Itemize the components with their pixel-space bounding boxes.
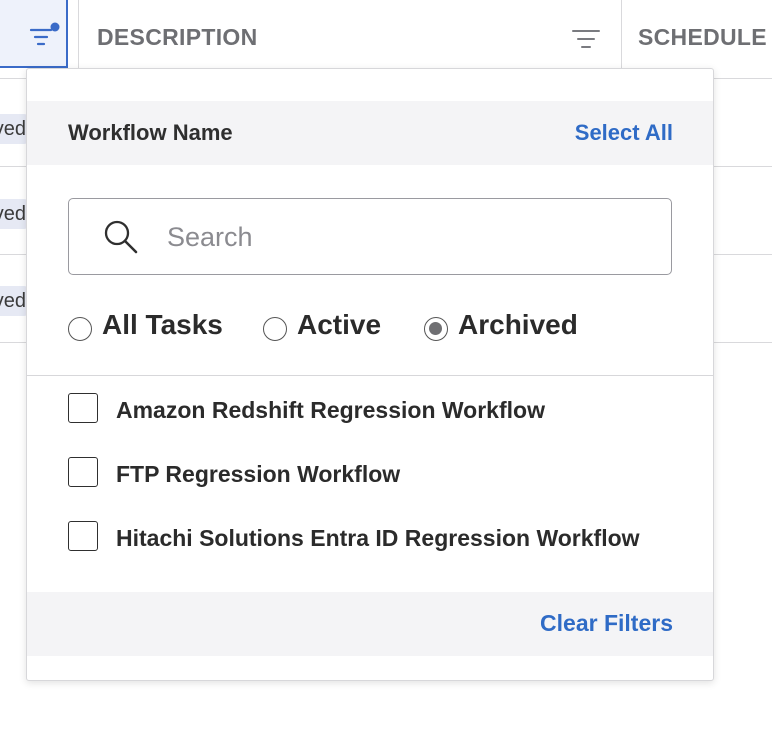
clear-filters-link[interactable]: Clear Filters: [540, 610, 673, 637]
workflow-option-label: FTP Regression Workflow: [116, 461, 401, 487]
column-header-description[interactable]: DESCRIPTION: [97, 24, 257, 51]
column-header-schedule[interactable]: SCHEDULE: [638, 24, 767, 51]
search-field[interactable]: [68, 198, 672, 275]
workflow-option[interactable]: Amazon Redshift Regression Workflow: [68, 393, 688, 425]
column-divider: [78, 0, 79, 78]
active-filter-button[interactable]: [0, 0, 68, 68]
workflow-option[interactable]: FTP Regression Workflow: [68, 457, 688, 489]
radio-label: Archived: [458, 309, 578, 340]
status-badge: Archived: [0, 286, 28, 316]
radio-all-tasks[interactable]: All Tasks: [68, 307, 228, 347]
workflow-option[interactable]: Hitachi Solutions Entra ID Regression Wo…: [68, 521, 688, 553]
status-badge: Archived: [0, 199, 28, 229]
status-badge: Archived: [0, 114, 28, 144]
divider: [27, 375, 713, 376]
radio-button[interactable]: [263, 317, 287, 341]
select-all-link[interactable]: Select All: [575, 120, 673, 146]
status-radio-group: All Tasks Active Archived: [68, 307, 688, 347]
checkbox[interactable]: [68, 393, 98, 423]
filter-icon[interactable]: [570, 26, 602, 52]
panel-footer: Clear Filters: [27, 592, 713, 656]
search-input[interactable]: [165, 217, 649, 257]
column-divider: [621, 0, 622, 78]
radio-active[interactable]: Active: [263, 307, 393, 347]
checkbox[interactable]: [68, 457, 98, 487]
radio-archived[interactable]: Archived: [424, 307, 594, 347]
radio-button[interactable]: [68, 317, 92, 341]
radio-button-selected[interactable]: [424, 317, 448, 341]
workflow-option-label: Hitachi Solutions Entra ID Regression Wo…: [116, 525, 640, 551]
filter-active-icon: [29, 22, 60, 46]
checkbox[interactable]: [68, 521, 98, 551]
panel-header: Workflow Name Select All: [27, 101, 713, 165]
radio-label: All Tasks: [102, 309, 223, 340]
search-icon: [104, 220, 138, 254]
panel-title: Workflow Name: [68, 120, 233, 145]
filter-dropdown-panel: Workflow Name Select All All Tasks Activ…: [26, 68, 714, 681]
radio-label: Active: [297, 309, 382, 340]
workflow-option-label: Amazon Redshift Regression Workflow: [116, 397, 545, 423]
